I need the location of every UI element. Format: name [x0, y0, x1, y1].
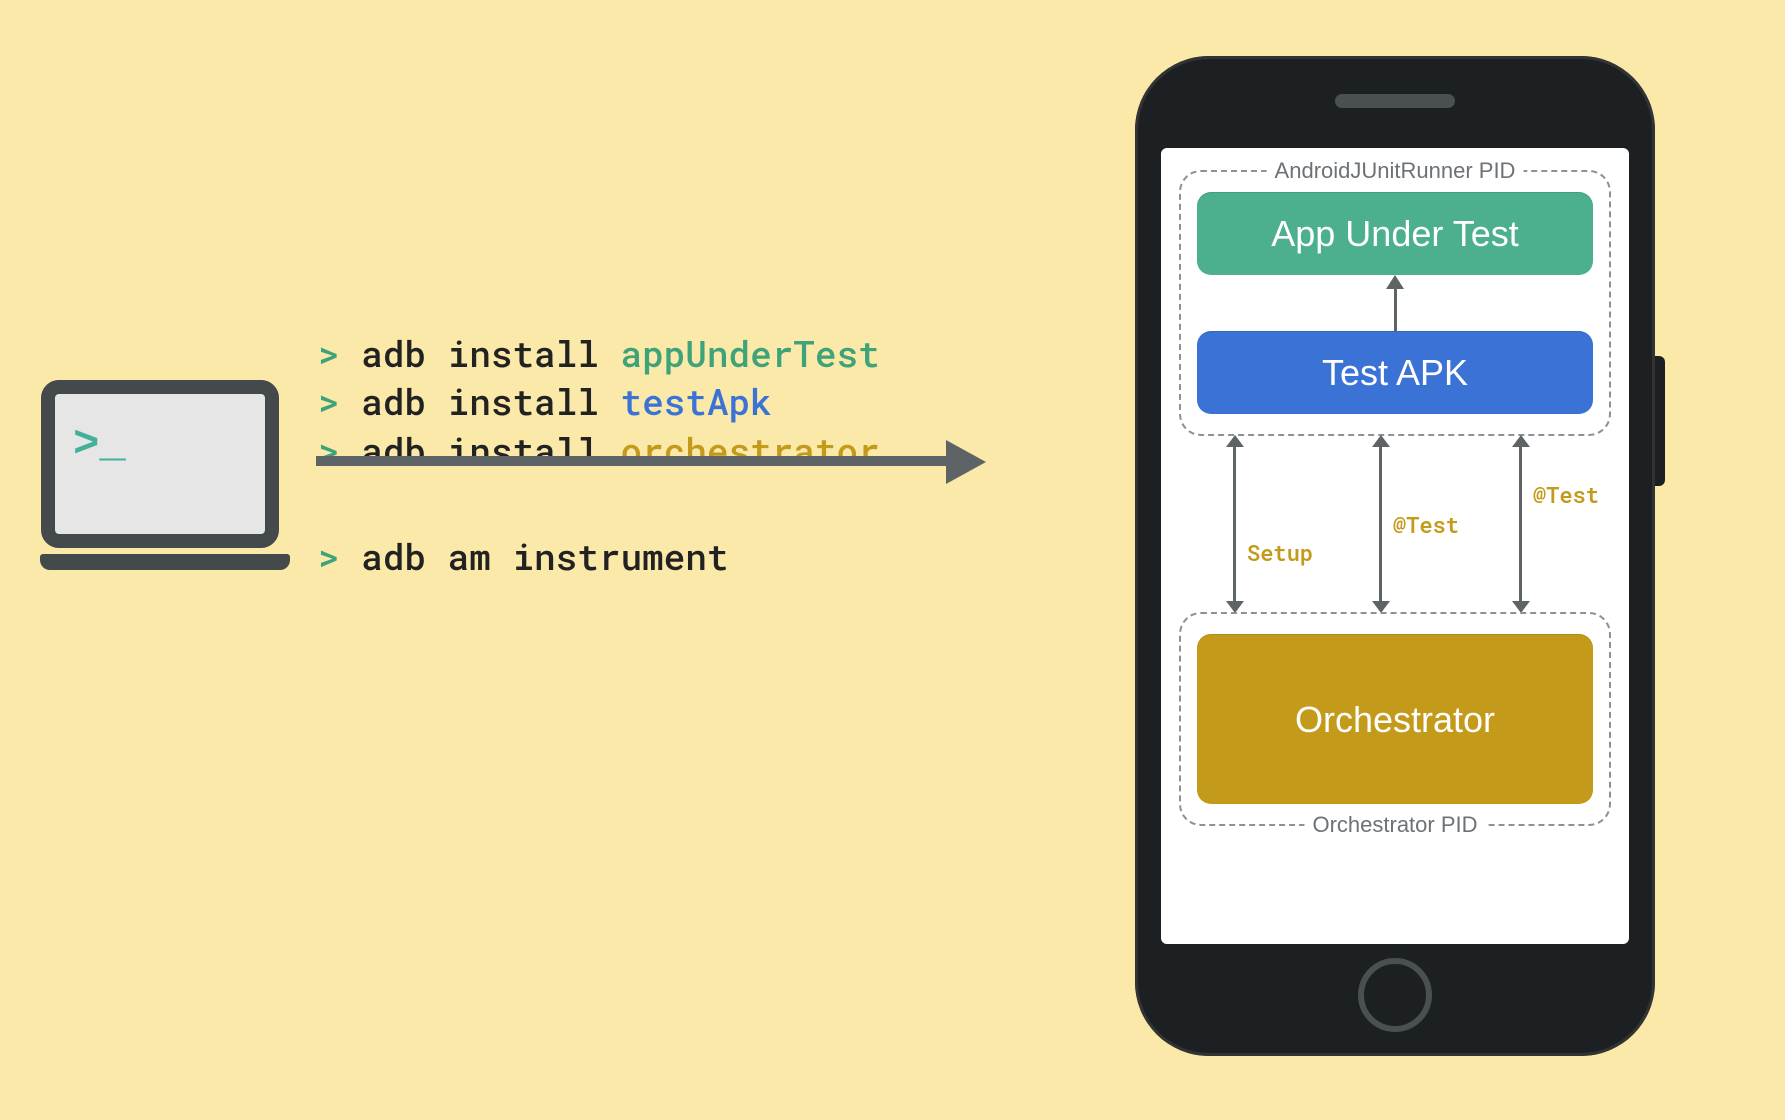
- cmd4-prompt: >: [318, 532, 361, 580]
- laptop-icon: >_: [40, 380, 280, 570]
- cmd1-arg: appUnderTest: [620, 329, 879, 377]
- orchestrator-box: Orchestrator: [1197, 634, 1593, 804]
- cmd2-arg: testApk: [620, 377, 771, 425]
- laptop-base: [40, 554, 290, 570]
- link-setup-label: Setup: [1247, 538, 1313, 567]
- link-test-1-label: @Test: [1393, 510, 1459, 539]
- cmd4-base: adb am instrument: [361, 532, 728, 580]
- cmd2-prompt: >: [318, 377, 361, 425]
- link-test-2-label: @Test: [1533, 480, 1599, 509]
- laptop-screen: >_: [41, 380, 279, 548]
- terminal-prompt-icon: >_: [73, 420, 126, 470]
- cmd2-base: adb install: [361, 377, 620, 425]
- command-instrument: > adb am instrument: [318, 484, 728, 580]
- orchestrator-links: Setup @Test @Test: [1179, 438, 1611, 610]
- link-test-1: @Test: [1379, 446, 1382, 602]
- phone-side-button: [1655, 356, 1665, 486]
- orchestrator-group-label: Orchestrator PID: [1304, 812, 1485, 838]
- phone-speaker: [1335, 94, 1455, 108]
- junit-runner-group: AndroidJUnitRunner PID App Under Test Te…: [1179, 170, 1611, 436]
- phone-home-button: [1358, 958, 1432, 1032]
- link-setup: Setup: [1233, 446, 1236, 602]
- app-test-arrow: [1197, 275, 1593, 331]
- app-under-test-box: App Under Test: [1197, 192, 1593, 275]
- junit-runner-label: AndroidJUnitRunner PID: [1267, 158, 1524, 184]
- cmd1-prompt: >: [318, 329, 361, 377]
- cmd1-base: adb install: [361, 329, 620, 377]
- link-test-2: @Test: [1519, 446, 1522, 602]
- orchestrator-group: Orchestrator Orchestrator PID: [1179, 612, 1611, 826]
- flow-arrow: [316, 446, 986, 476]
- test-apk-box: Test APK: [1197, 331, 1593, 414]
- phone-screen: AndroidJUnitRunner PID App Under Test Te…: [1161, 148, 1629, 944]
- phone-icon: AndroidJUnitRunner PID App Under Test Te…: [1135, 56, 1655, 1056]
